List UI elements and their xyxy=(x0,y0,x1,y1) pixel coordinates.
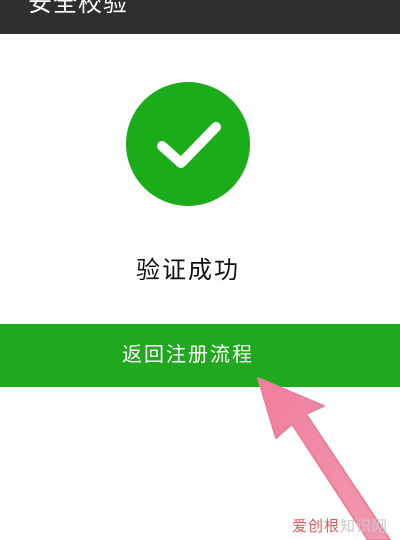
watermark-brand: 爱创根 xyxy=(291,517,340,535)
pointer-arrow-icon xyxy=(257,377,391,540)
checkmark-circle-icon xyxy=(126,82,250,206)
page-title: 安全校验 xyxy=(28,0,128,17)
watermark-suffix: 知识网 xyxy=(339,517,388,535)
site-watermark: 爱创根知识网 xyxy=(292,516,388,536)
verification-status-text: 验证成功 xyxy=(136,256,240,284)
verification-screen: 安全校验 验证成功 返回注册流程 爱创根知识网 xyxy=(0,0,400,540)
checkmark-icon xyxy=(157,122,221,168)
header-bar: 安全校验 xyxy=(0,0,400,34)
